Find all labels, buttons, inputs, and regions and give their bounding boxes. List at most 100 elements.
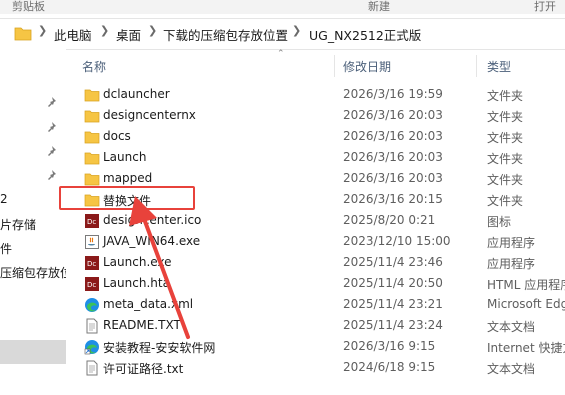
file-type: 文件夹 [487,173,524,187]
breadcrumb-download-folder[interactable]: 下载的压缩包存放位置 [163,25,288,44]
file-date: 2025/11/4 23:46 [343,255,443,269]
breadcrumb-this-pc[interactable]: 此电脑 [54,25,92,44]
column-divider[interactable] [476,55,477,77]
file-type: Internet 快捷方 [487,341,565,355]
file-name: designcenter.ico [103,213,202,227]
folder-icon [84,171,100,187]
address-bar[interactable]: ❯ 此电脑 ❯ 桌面 ❯ 下载的压缩包存放位置 ❯ UG_NX2512正式版 [0,18,565,50]
file-row[interactable]: docs 2026/3/16 20:03 文件夹 [78,126,565,147]
file-name: docs [103,129,131,143]
pin-icon [47,145,57,159]
ribbon-new-label: 新建 [368,0,390,13]
file-name: 许可证路径.txt [103,362,184,376]
file-row[interactable]: 安装教程-安安软件网 2026/3/16 9:15 Internet 快捷方 [78,336,565,357]
column-header-type[interactable]: 类型 [487,58,511,75]
file-date: 2026/3/16 20:15 [343,192,443,206]
pin-icon [47,96,57,110]
file-type: HTML 应用程序 [487,278,565,292]
file-date: 2026/3/16 20:03 [343,108,443,122]
file-type: 文件夹 [487,89,524,103]
chevron-right-icon[interactable]: ❯ [38,24,47,37]
file-date: 2023/12/10 15:00 [343,234,451,248]
navigation-pane: 2 片存储 件 压缩包存放位 [0,49,66,395]
chevron-right-icon[interactable]: ❯ [292,24,301,37]
file-name: Launch [103,150,147,164]
file-name: Launch.hta [103,276,170,290]
file-row[interactable]: Launch 2026/3/16 20:03 文件夹 [78,147,565,168]
column-divider[interactable] [334,55,335,77]
file-date: 2025/11/4 23:24 [343,318,443,332]
file-row[interactable]: 许可证路径.txt 2024/6/18 9:15 文本文档 [78,357,565,378]
file-name: JAVA_WIN64.exe [103,234,201,248]
file-type: 文件夹 [487,131,524,145]
svg-text:Dc: Dc [87,260,96,268]
file-type: 应用程序 [487,236,536,250]
folder-icon [84,108,100,124]
edge-shortcut-icon [84,339,100,355]
file-name: designcenternx [103,108,196,122]
ribbon-clipboard-label: 剪贴板 [12,0,45,13]
file-type: 文件夹 [487,194,524,208]
file-date: 2024/6/18 9:15 [343,360,436,374]
file-type: 图标 [487,215,512,229]
text-file-icon [84,318,100,334]
nav-item[interactable]: 片存储 [0,216,36,233]
dc-app-icon: Dc [84,213,100,229]
file-name: dclauncher [103,87,170,101]
file-row[interactable]: Dc designcenter.ico 2025/8/20 0:21 图标 [78,210,565,231]
file-type: Microsoft Edge [487,297,565,311]
file-type: 文件夹 [487,152,524,166]
chevron-right-icon[interactable]: ❯ [148,24,157,37]
file-type: 文本文档 [487,320,536,334]
folder-icon [84,129,100,145]
file-row[interactable]: JAVA_WIN64.exe 2023/12/10 15:00 应用程序 [78,231,565,252]
nav-item[interactable]: 压缩包存放位 [0,264,66,281]
file-name: 安装教程-安安软件网 [103,341,216,355]
file-type: 文件夹 [487,110,524,124]
sort-chevron-up-icon: ⌃ [277,49,285,59]
java-exe-icon [84,234,100,250]
file-type: 文本文档 [487,362,536,376]
nav-item[interactable]: 件 [0,240,12,257]
folder-icon [84,87,100,103]
svg-text:Dc: Dc [87,218,96,226]
column-header-date[interactable]: 修改日期 [343,58,391,75]
file-row[interactable]: Dc Launch.exe 2025/11/4 23:46 应用程序 [78,252,565,273]
edge-icon [84,297,100,313]
text-file-icon [84,360,100,376]
folder-icon [14,26,32,44]
breadcrumb-current-folder[interactable]: UG_NX2512正式版 [309,25,421,44]
pin-icon [47,121,57,135]
file-date: 2025/11/4 20:50 [343,276,443,290]
nav-item[interactable]: 2 [0,192,8,206]
ribbon-open-label: 打开 [534,0,556,13]
file-row[interactable]: Dc Launch.hta 2025/11/4 20:50 HTML 应用程序 [78,273,565,294]
column-headers: ⌃ 名称 修改日期 类型 [70,49,565,79]
file-date: 2026/3/16 20:03 [343,129,443,143]
chevron-right-icon[interactable]: ❯ [100,24,109,37]
file-row[interactable]: dclauncher 2026/3/16 19:59 文件夹 [78,84,565,105]
file-date: 2026/3/16 9:15 [343,339,436,353]
annotation-highlight-box [59,186,195,210]
file-date: 2026/3/16 20:03 [343,171,443,185]
column-header-name[interactable]: 名称 [82,58,106,75]
pin-icon [47,169,57,183]
ribbon-group-labels: 剪贴板 新建 打开 [0,0,565,14]
file-row[interactable]: designcenternx 2026/3/16 20:03 文件夹 [78,105,565,126]
breadcrumb-desktop[interactable]: 桌面 [116,25,141,44]
file-row[interactable]: meta_data.xml 2025/11/4 23:21 Microsoft … [78,294,565,315]
folder-icon [84,150,100,166]
file-date: 2026/3/16 20:03 [343,150,443,164]
file-name: README.TXT [103,318,181,332]
file-name: mapped [103,171,153,185]
file-type: 应用程序 [487,257,536,271]
file-date: 2025/8/20 0:21 [343,213,436,227]
file-date: 2025/11/4 23:21 [343,297,443,311]
file-row[interactable]: README.TXT 2025/11/4 23:24 文本文档 [78,315,565,336]
file-name: meta_data.xml [103,297,194,311]
dc-app-icon: Dc [84,255,100,271]
nav-item-selected[interactable] [0,340,66,364]
file-name: Launch.exe [103,255,172,269]
svg-text:Dc: Dc [87,281,96,289]
dc-app-icon: Dc [84,276,100,292]
